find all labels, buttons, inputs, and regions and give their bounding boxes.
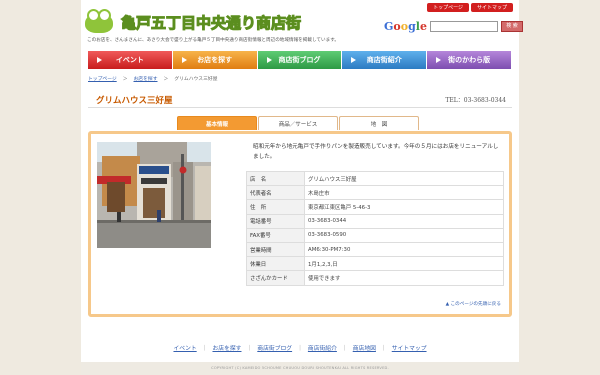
- breadcrumb-find-shop[interactable]: お店を探す: [134, 75, 158, 82]
- page-title: グリムハウス三好屋: [96, 96, 173, 106]
- footer-nav: イベント ｜ お店を探す ｜ 商店街ブログ ｜ 商店街紹介 ｜ 商店地図 ｜ サイトマップ: [81, 343, 519, 352]
- shop-detail-panel: 昭和元年から地元亀戸で手作りパンを製造販売しています。今年の５月にはお店をリニュ…: [88, 131, 512, 317]
- table-row: 代表者名 木島庄市: [246, 185, 504, 201]
- footer-link-find-shop[interactable]: お店を探す: [212, 343, 241, 352]
- google-logo: Google: [384, 20, 427, 33]
- shop-photo: [97, 142, 211, 248]
- footer-separator: ｜: [341, 346, 348, 352]
- shop-description: 昭和元年から地元亀戸で手作りパンを製造販売しています。今年の５月にはお店をリニュ…: [253, 144, 499, 160]
- info-value: AM6:30-PM7:30: [304, 241, 504, 258]
- page: トップページ サイトマップ 亀戸五丁目中央通り商店街 このお店を、さんまさんに、…: [81, 0, 523, 375]
- shop-title-row: グリムハウス三好屋 TEL：03-3683-0344: [88, 90, 512, 108]
- nav-intro[interactable]: 商店街紹介: [342, 51, 428, 69]
- main-nav: イベント お店を探す 商店街ブログ 商店街紹介 街のかわら版: [88, 51, 512, 69]
- tab-products[interactable]: 商品／サービス: [258, 116, 338, 130]
- table-row: 営業時間 AM6:30-PM7:30: [246, 241, 504, 258]
- table-row: FAX番号 03-3683-0590: [246, 227, 504, 243]
- footer-link-map[interactable]: 商店地図: [353, 343, 376, 352]
- info-value: グリムハウス三好屋: [304, 170, 504, 187]
- top-links: トップページ サイトマップ: [427, 3, 513, 12]
- table-row: 店 名グリムハウス三好屋: [246, 170, 504, 187]
- info-value: 1月1,2,3,日: [304, 256, 504, 272]
- footer-link-blog[interactable]: 商店街ブログ: [257, 343, 292, 352]
- info-key: 営業時間: [246, 241, 305, 258]
- table-row: さざんかカード 使用できます: [246, 270, 504, 286]
- info-key: 休業日: [246, 256, 305, 272]
- site-title: 亀戸五丁目中央通り商店街: [120, 14, 302, 33]
- breadcrumb-separator: ＞: [163, 77, 169, 82]
- nav-news[interactable]: 街のかわら版: [427, 51, 512, 69]
- footer-link-sitemap[interactable]: サイトマップ: [392, 343, 427, 352]
- search-input[interactable]: [429, 21, 498, 32]
- nav-blog[interactable]: 商店街ブログ: [257, 51, 343, 69]
- footer-link-intro[interactable]: 商店街紹介: [308, 343, 337, 352]
- breadcrumb: トップページ ＞ お店を探す ＞ グリムハウス三好屋: [88, 75, 218, 82]
- info-value: 使用できます: [304, 270, 504, 286]
- footer-separator: ｜: [297, 346, 303, 352]
- info-value: 東京都江東区亀戸 5-46-3: [304, 199, 504, 215]
- table-row: 休業日 1月1,2,3,日: [246, 256, 504, 272]
- top-link-sitemap[interactable]: サイトマップ: [470, 3, 513, 12]
- info-key: FAX番号: [246, 227, 305, 243]
- site-logo[interactable]: 亀戸五丁目中央通り商店街: [85, 8, 302, 33]
- site-tagline: このお店を、さんまさんに、あさり大会で盛り上がる亀戸５丁目中央通り商店街情報と周…: [87, 38, 339, 43]
- footer-separator: ｜: [380, 346, 387, 352]
- shop-info-table: 店 名グリムハウス三好屋 代表者名 木島庄市 住 所東京都江東区亀戸 5-46-3…: [246, 170, 504, 286]
- table-row: 電話番号 03-3683-0344: [246, 213, 504, 229]
- header: トップページ サイトマップ 亀戸五丁目中央通り商店街 このお店を、さんまさんに、…: [81, 0, 523, 48]
- breadcrumb-current: グリムハウス三好屋: [174, 77, 218, 82]
- nav-find-shop[interactable]: お店を探す: [172, 51, 258, 69]
- frog-mascot-icon: [85, 8, 113, 33]
- info-key: 代表者名: [246, 185, 305, 201]
- search-button[interactable]: 検 索: [500, 21, 523, 32]
- info-key: 住 所: [246, 199, 305, 215]
- footer-separator: ｜: [246, 346, 253, 352]
- info-value: 03-3683-0344: [304, 213, 504, 229]
- footer-link-event[interactable]: イベント: [173, 343, 196, 352]
- shop-tel: TEL：03-3683-0344: [445, 97, 506, 104]
- shop-tabs: 基本情報 商品／サービス 地 図: [177, 116, 419, 130]
- info-key: 電話番号: [246, 213, 305, 229]
- footer-separator: ｜: [201, 346, 208, 352]
- google-search: Google 検 索: [384, 20, 523, 33]
- nav-event[interactable]: イベント: [88, 51, 173, 69]
- info-key: 店 名: [246, 170, 305, 187]
- info-key: さざんかカード: [246, 270, 305, 286]
- info-value: 木島庄市: [304, 185, 504, 201]
- info-value: 03-3683-0590: [304, 227, 504, 243]
- top-link-home[interactable]: トップページ: [427, 3, 469, 12]
- breadcrumb-home[interactable]: トップページ: [88, 75, 117, 82]
- copyright: COPYRIGHT (C) KAMEIDO 5CHOUME CHUUOU DOU…: [81, 362, 519, 375]
- tab-map[interactable]: 地 図: [339, 116, 419, 130]
- table-row: 住 所東京都江東区亀戸 5-46-3: [246, 199, 504, 215]
- back-to-top-link[interactable]: ▲ このページの先頭に戻る: [446, 301, 501, 307]
- tab-basic-info[interactable]: 基本情報: [177, 116, 257, 130]
- breadcrumb-separator: ＞: [122, 77, 128, 82]
